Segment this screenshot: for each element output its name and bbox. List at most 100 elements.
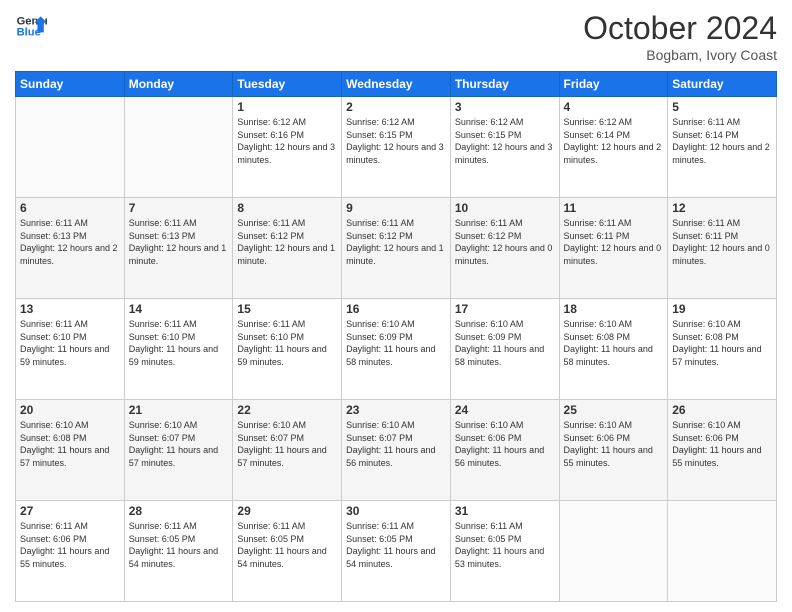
day-number: 30 [346,504,446,518]
cell-content: Sunrise: 6:10 AM Sunset: 6:08 PM Dayligh… [20,419,120,469]
cell-content: Sunrise: 6:11 AM Sunset: 6:12 PM Dayligh… [346,217,446,267]
cell-content: Sunrise: 6:12 AM Sunset: 6:14 PM Dayligh… [564,116,664,166]
cell-content: Sunrise: 6:12 AM Sunset: 6:15 PM Dayligh… [346,116,446,166]
calendar-cell [559,501,668,602]
day-number: 26 [672,403,772,417]
cell-content: Sunrise: 6:12 AM Sunset: 6:15 PM Dayligh… [455,116,555,166]
cell-content: Sunrise: 6:12 AM Sunset: 6:16 PM Dayligh… [237,116,337,166]
cell-content: Sunrise: 6:10 AM Sunset: 6:06 PM Dayligh… [455,419,555,469]
day-number: 4 [564,100,664,114]
calendar-header-cell: Friday [559,72,668,97]
cell-content: Sunrise: 6:11 AM Sunset: 6:13 PM Dayligh… [20,217,120,267]
calendar-cell: 10 Sunrise: 6:11 AM Sunset: 6:12 PM Dayli… [450,198,559,299]
cell-content: Sunrise: 6:11 AM Sunset: 6:12 PM Dayligh… [455,217,555,267]
cell-content: Sunrise: 6:10 AM Sunset: 6:09 PM Dayligh… [455,318,555,368]
day-number: 21 [129,403,229,417]
calendar-cell [124,97,233,198]
calendar-week-row: 27Sunrise: 6:11 AM Sunset: 6:06 PM Dayli… [16,501,777,602]
calendar-cell: 29 Sunrise: 6:11 AM Sunset: 6:05 PM Dayli… [233,501,342,602]
cell-content: Sunrise: 6:10 AM Sunset: 6:08 PM Dayligh… [564,318,664,368]
day-number: 16 [346,302,446,316]
calendar-cell: 11Sunrise: 6:11 AM Sunset: 6:11 PM Dayli… [559,198,668,299]
day-number: 25 [564,403,664,417]
cell-content: Sunrise: 6:10 AM Sunset: 6:07 PM Dayligh… [237,419,337,469]
header: General Blue October 2024 Bogbam, Ivory … [15,10,777,63]
page: General Blue October 2024 Bogbam, Ivory … [0,0,792,612]
calendar-cell: 5Sunrise: 6:11 AM Sunset: 6:14 PM Daylig… [668,97,777,198]
day-number: 27 [20,504,120,518]
cell-content: Sunrise: 6:11 AM Sunset: 6:11 PM Dayligh… [672,217,772,267]
calendar-cell: 13Sunrise: 6:11 AM Sunset: 6:10 PM Dayli… [16,299,125,400]
day-number: 12 [672,201,772,215]
day-number: 29 [237,504,337,518]
day-number: 19 [672,302,772,316]
calendar-header-cell: Saturday [668,72,777,97]
location-subtitle: Bogbam, Ivory Coast [583,47,777,63]
calendar-cell [668,501,777,602]
calendar-cell: 25Sunrise: 6:10 AM Sunset: 6:06 PM Dayli… [559,400,668,501]
calendar-header-cell: Thursday [450,72,559,97]
calendar-cell: 2Sunrise: 6:12 AM Sunset: 6:15 PM Daylig… [342,97,451,198]
calendar-cell: 27Sunrise: 6:11 AM Sunset: 6:06 PM Dayli… [16,501,125,602]
calendar-cell: 8Sunrise: 6:11 AM Sunset: 6:12 PM Daylig… [233,198,342,299]
day-number: 15 [237,302,337,316]
day-number: 6 [20,201,120,215]
day-number: 7 [129,201,229,215]
day-number: 9 [346,201,446,215]
calendar-cell: 23Sunrise: 6:10 AM Sunset: 6:07 PM Dayli… [342,400,451,501]
calendar-cell: 15 Sunrise: 6:11 AM Sunset: 6:10 PM Dayli… [233,299,342,400]
calendar-cell [16,97,125,198]
calendar-cell: 21 Sunrise: 6:10 AM Sunset: 6:07 PM Dayli… [124,400,233,501]
month-title: October 2024 [583,10,777,47]
calendar-header-cell: Sunday [16,72,125,97]
calendar-header-cell: Monday [124,72,233,97]
day-number: 22 [237,403,337,417]
day-number: 14 [129,302,229,316]
calendar-cell: 24 Sunrise: 6:10 AM Sunset: 6:06 PM Dayli… [450,400,559,501]
calendar-cell: 12 Sunrise: 6:11 AM Sunset: 6:11 PM Dayli… [668,198,777,299]
calendar-cell: 22 Sunrise: 6:10 AM Sunset: 6:07 PM Dayli… [233,400,342,501]
calendar-cell: 30 Sunrise: 6:11 AM Sunset: 6:05 PM Dayli… [342,501,451,602]
calendar-cell: 3 Sunrise: 6:12 AM Sunset: 6:15 PM Daylig… [450,97,559,198]
cell-content: Sunrise: 6:11 AM Sunset: 6:10 PM Dayligh… [129,318,229,368]
day-number: 20 [20,403,120,417]
cell-content: Sunrise: 6:11 AM Sunset: 6:05 PM Dayligh… [237,520,337,570]
calendar-cell: 31 Sunrise: 6:11 AM Sunset: 6:05 PM Dayli… [450,501,559,602]
calendar-week-row: 1Sunrise: 6:12 AM Sunset: 6:16 PM Daylig… [16,97,777,198]
calendar-cell: 17 Sunrise: 6:10 AM Sunset: 6:09 PM Dayli… [450,299,559,400]
day-number: 17 [455,302,555,316]
cell-content: Sunrise: 6:11 AM Sunset: 6:05 PM Dayligh… [129,520,229,570]
cell-content: Sunrise: 6:10 AM Sunset: 6:06 PM Dayligh… [672,419,772,469]
cell-content: Sunrise: 6:10 AM Sunset: 6:07 PM Dayligh… [129,419,229,469]
cell-content: Sunrise: 6:11 AM Sunset: 6:11 PM Dayligh… [564,217,664,267]
calendar-cell: 7 Sunrise: 6:11 AM Sunset: 6:13 PM Daylig… [124,198,233,299]
day-number: 10 [455,201,555,215]
cell-content: Sunrise: 6:11 AM Sunset: 6:13 PM Dayligh… [129,217,229,267]
calendar-cell: 26 Sunrise: 6:10 AM Sunset: 6:06 PM Dayli… [668,400,777,501]
day-number: 5 [672,100,772,114]
cell-content: Sunrise: 6:10 AM Sunset: 6:09 PM Dayligh… [346,318,446,368]
day-number: 3 [455,100,555,114]
calendar-cell: 28 Sunrise: 6:11 AM Sunset: 6:05 PM Dayli… [124,501,233,602]
cell-content: Sunrise: 6:11 AM Sunset: 6:12 PM Dayligh… [237,217,337,267]
calendar-header-row: SundayMondayTuesdayWednesdayThursdayFrid… [16,72,777,97]
cell-content: Sunrise: 6:11 AM Sunset: 6:10 PM Dayligh… [237,318,337,368]
day-number: 23 [346,403,446,417]
day-number: 28 [129,504,229,518]
calendar-header-cell: Wednesday [342,72,451,97]
logo-icon: General Blue [15,10,47,42]
logo: General Blue [15,10,47,42]
cell-content: Sunrise: 6:11 AM Sunset: 6:05 PM Dayligh… [346,520,446,570]
calendar-cell: 14 Sunrise: 6:11 AM Sunset: 6:10 PM Dayli… [124,299,233,400]
calendar-week-row: 20 Sunrise: 6:10 AM Sunset: 6:08 PM Dayli… [16,400,777,501]
day-number: 24 [455,403,555,417]
calendar-cell: 20 Sunrise: 6:10 AM Sunset: 6:08 PM Dayli… [16,400,125,501]
day-number: 18 [564,302,664,316]
day-number: 31 [455,504,555,518]
cell-content: Sunrise: 6:10 AM Sunset: 6:08 PM Dayligh… [672,318,772,368]
calendar-week-row: 6 Sunrise: 6:11 AM Sunset: 6:13 PM Daylig… [16,198,777,299]
title-block: October 2024 Bogbam, Ivory Coast [583,10,777,63]
calendar-cell: 1Sunrise: 6:12 AM Sunset: 6:16 PM Daylig… [233,97,342,198]
cell-content: Sunrise: 6:11 AM Sunset: 6:05 PM Dayligh… [455,520,555,570]
calendar-cell: 18 Sunrise: 6:10 AM Sunset: 6:08 PM Dayli… [559,299,668,400]
